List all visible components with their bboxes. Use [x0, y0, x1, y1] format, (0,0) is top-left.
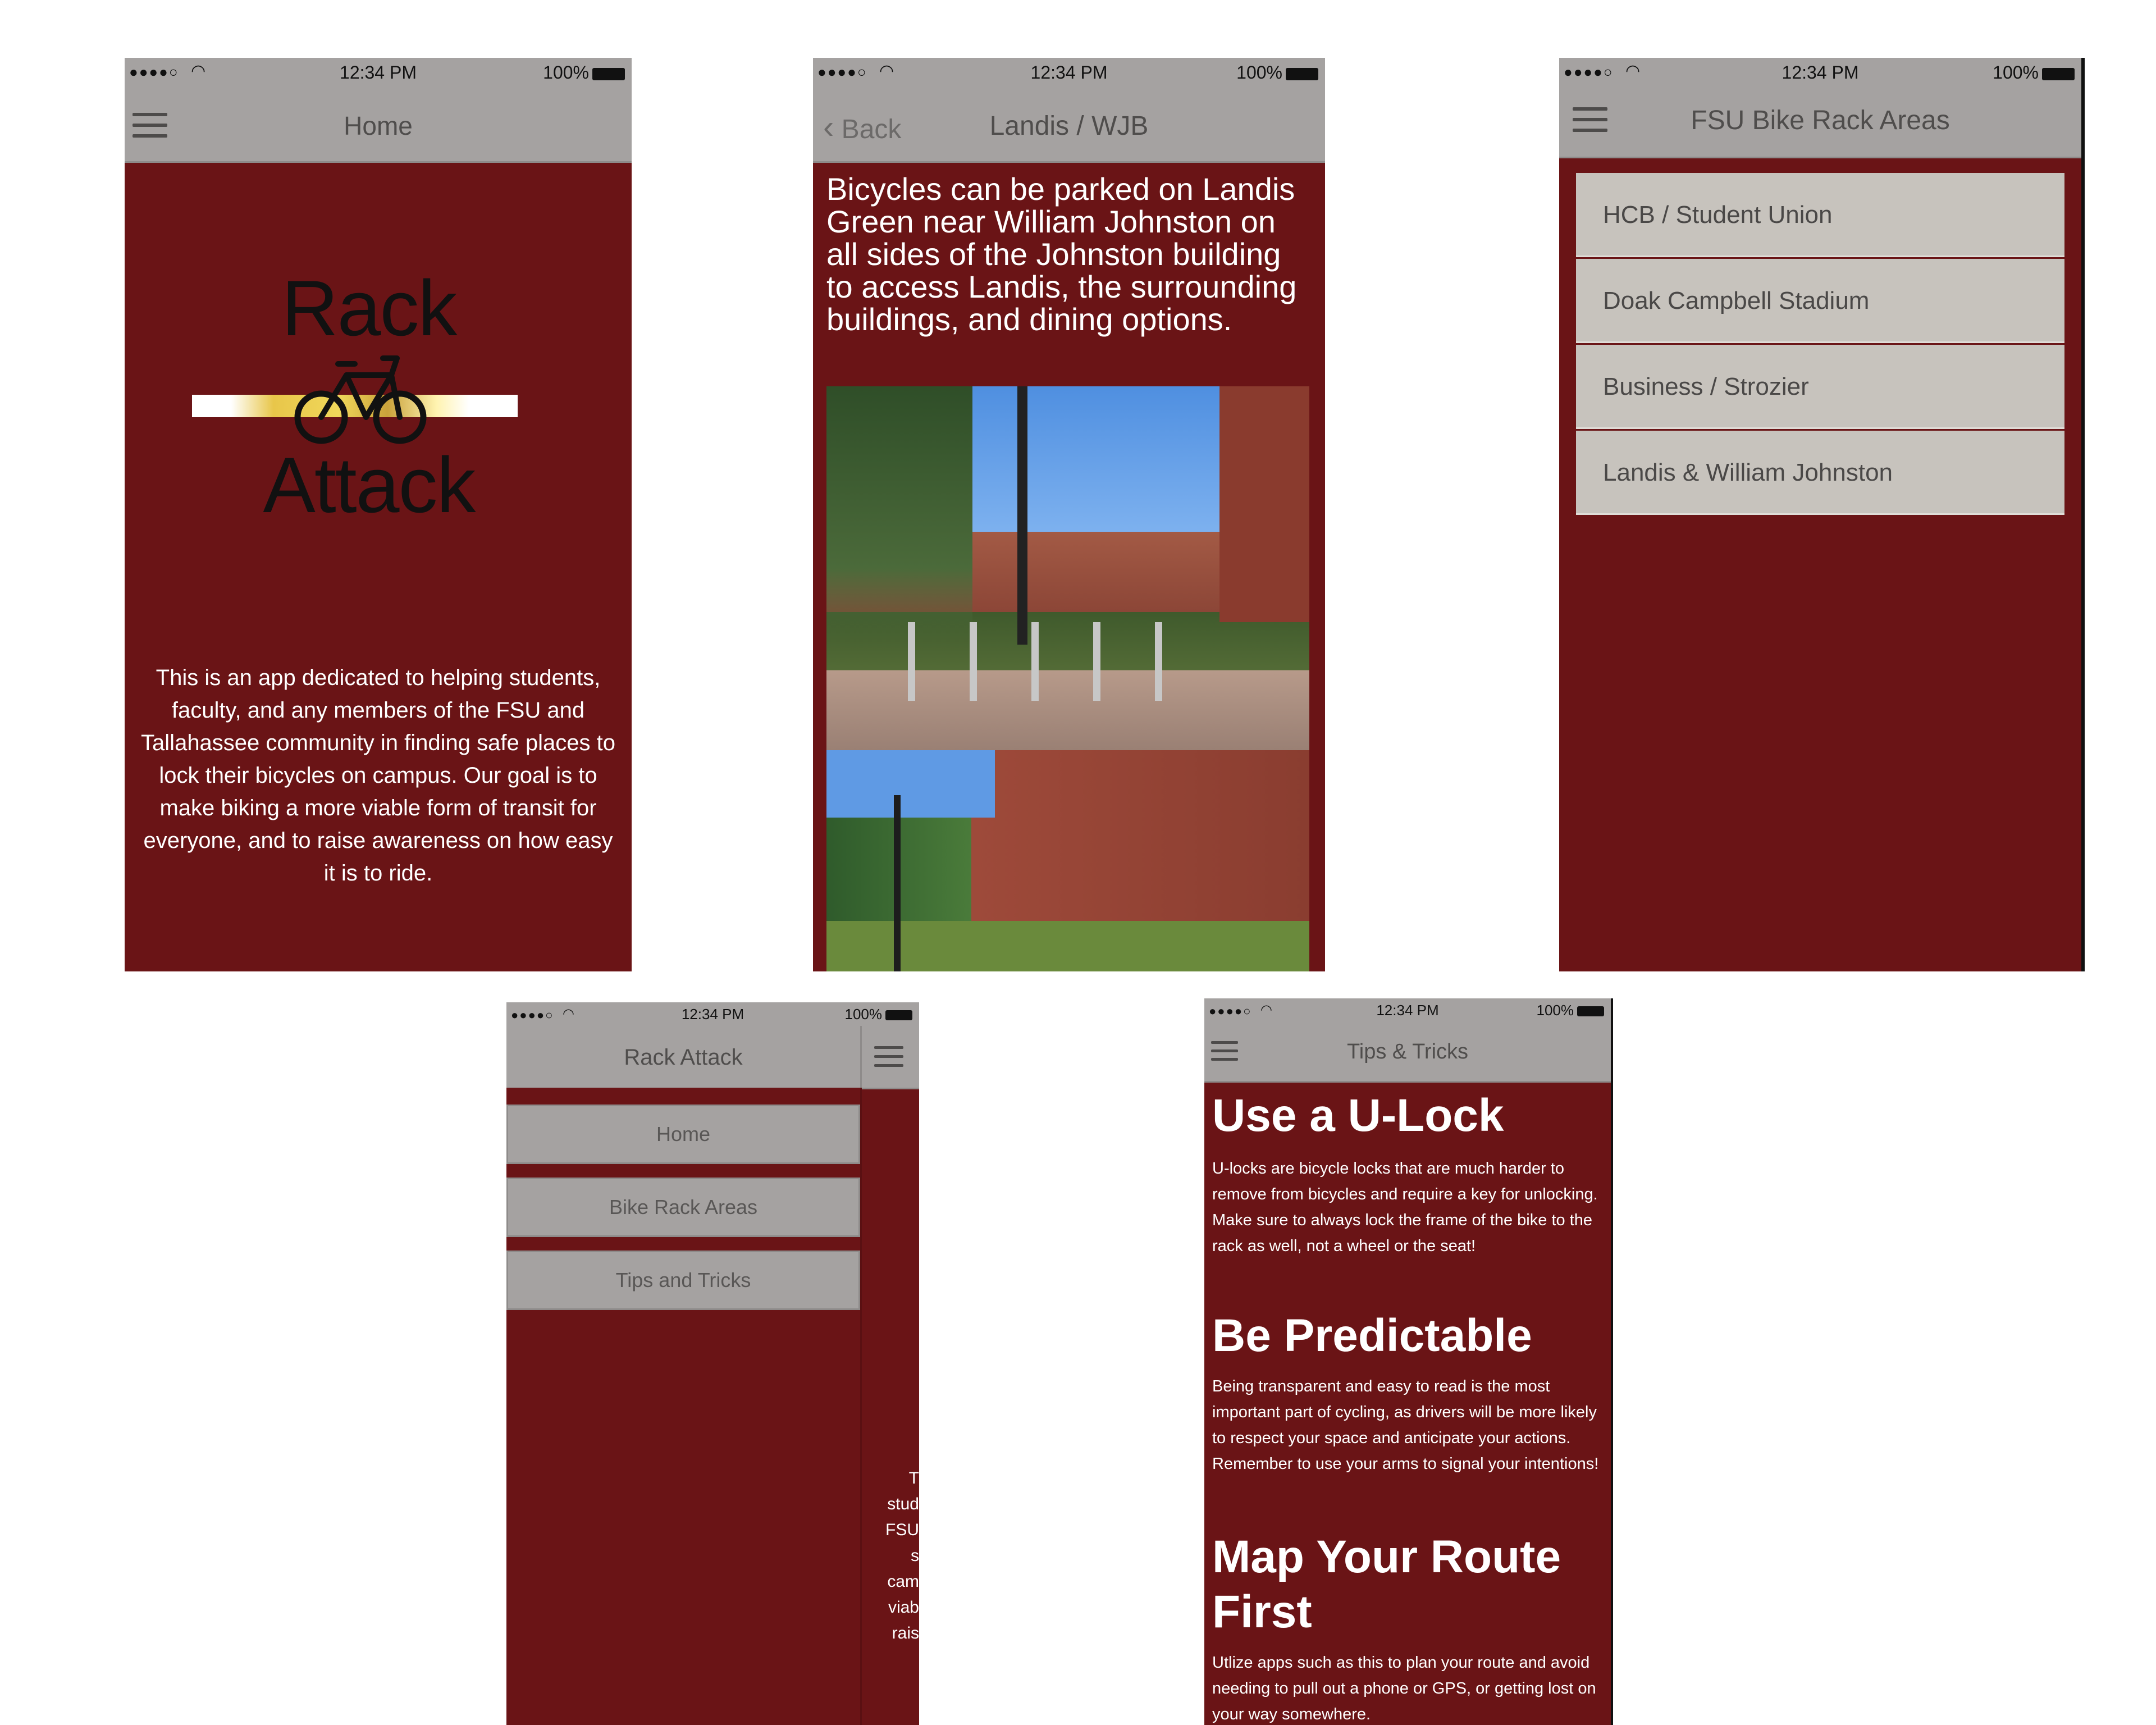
page-title: FSU Bike Rack Areas: [1691, 106, 1950, 135]
home-description: This is an app dedicated to helping stud…: [141, 665, 615, 886]
peek-line: T: [908, 1469, 919, 1487]
home-screen: ●●●●○ ◠ 12:34 PM 100% Home Rack Attack T…: [125, 58, 632, 971]
menu-divider: [860, 1026, 862, 1088]
nav-bar: Rack Attack: [506, 1026, 919, 1089]
peek-line: stud: [887, 1495, 919, 1513]
logo-word-rack: Rack: [281, 264, 458, 352]
peek-content: T stud FSU s cam viab rais: [864, 1466, 919, 1646]
battery-icon: [885, 1010, 912, 1021]
battery-indicator: 100%: [1236, 62, 1318, 83]
tip-text: U-locks are bicycle locks that are much …: [1212, 1160, 1598, 1255]
tip-text: Being transparent and easy to read is th…: [1212, 1377, 1599, 1473]
menu-item-tips-and-tricks[interactable]: Tips and Tricks: [506, 1251, 860, 1310]
location-description: Bicycles can be parked on Landis Green n…: [826, 171, 1297, 337]
area-list-item[interactable]: HCB / Student Union: [1576, 173, 2064, 257]
bike-rack-image: [883, 622, 1163, 701]
battery-indicator: 100%: [1536, 1002, 1604, 1019]
menu-item-home[interactable]: Home: [506, 1105, 860, 1164]
battery-icon: [1286, 67, 1318, 80]
battery-percent: 100%: [1536, 1002, 1574, 1019]
nav-bar: ‹ Back Landis / WJB: [813, 87, 1325, 163]
status-bar: ●●●●○ ◠ 12:34 PM 100%: [813, 58, 1325, 87]
side-menu-screen: ●●●●○ ◠ 12:34 PM 100% Rack Attack Home B…: [506, 1002, 919, 1725]
peek-line: cam: [887, 1572, 919, 1591]
battery-percent: 100%: [844, 1006, 883, 1023]
menu-item-bike-rack-areas[interactable]: Bike Rack Areas: [506, 1178, 860, 1237]
menu-title: Rack Attack: [624, 1045, 743, 1070]
page-title: Tips & Tricks: [1346, 1040, 1469, 1064]
battery-icon: [2042, 67, 2075, 80]
status-bar: ●●●●○ ◠ 12:34 PM 100%: [1559, 58, 2081, 84]
battery-icon: [1577, 1006, 1604, 1017]
battery-percent: 100%: [1993, 62, 2039, 83]
battery-percent: 100%: [1236, 62, 1282, 83]
tip-text: Utlize apps such as this to plan your ro…: [1212, 1654, 1596, 1723]
nav-bar: Home: [125, 87, 632, 163]
page-title: Home: [344, 111, 413, 140]
tip-heading: Use a U-Lock: [1212, 1090, 1504, 1141]
status-bar: ●●●●○ ◠ 12:34 PM 100%: [125, 58, 632, 87]
battery-indicator: 100%: [844, 1006, 912, 1023]
landis-detail-screen: ●●●●○ ◠ 12:34 PM 100% ‹ Back Landis / WJ…: [813, 58, 1325, 971]
peek-line: viab: [888, 1598, 919, 1617]
hamburger-menu-icon[interactable]: [874, 1046, 903, 1071]
bicycle-icon: [294, 355, 427, 444]
bike-rack-areas-screen: ●●●●○ ◠ 12:34 PM 100% FSU Bike Rack Area…: [1559, 58, 2085, 971]
battery-indicator: 100%: [1993, 62, 2075, 83]
nav-bar: FSU Bike Rack Areas: [1559, 84, 2081, 158]
page-title: Landis / WJB: [989, 111, 1149, 141]
peek-line: FSU: [885, 1521, 919, 1539]
location-photo-2: [826, 750, 1309, 971]
area-list-item[interactable]: Business / Strozier: [1576, 345, 2064, 429]
peek-line: s: [911, 1546, 919, 1565]
battery-icon: [592, 67, 625, 80]
logo-word-attack: Attack: [263, 441, 476, 529]
battery-indicator: 100%: [543, 62, 625, 83]
tips-screen: ●●●●○ ◠ 12:34 PM 100% Tips & Tricks Use …: [1204, 998, 1613, 1725]
nav-bar: Tips & Tricks: [1204, 1022, 1611, 1083]
status-bar: ●●●●○ ◠ 12:34 PM 100%: [506, 1002, 919, 1026]
battery-percent: 100%: [543, 62, 589, 83]
tip-heading: Be Predictable: [1212, 1310, 1532, 1361]
area-list-item[interactable]: Landis & William Johnston: [1576, 431, 2064, 515]
area-list-item[interactable]: Doak Campbell Stadium: [1576, 259, 2064, 343]
tip-heading: Map Your Route First: [1212, 1531, 1561, 1637]
location-photo-1: [826, 386, 1309, 750]
status-bar: ●●●●○ ◠ 12:34 PM 100%: [1204, 998, 1611, 1022]
peek-line: rais: [892, 1624, 919, 1642]
